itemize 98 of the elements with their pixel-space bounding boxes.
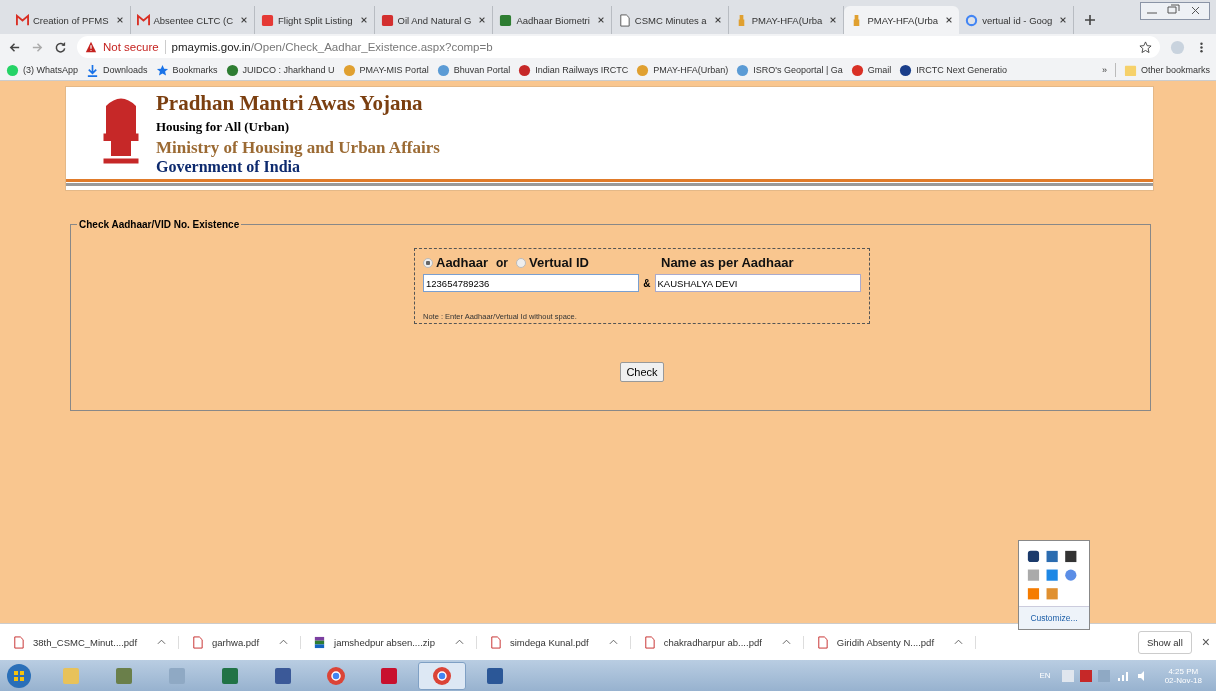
pdf-file-icon [642,635,656,649]
url-text: pmaymis.gov.in/Open/Check_Aadhar_Existence.aspx?comp=b [171,41,493,53]
caret-icon[interactable] [279,639,289,645]
caret-icon[interactable] [781,639,791,645]
customize-link[interactable]: Customize... [1019,606,1089,629]
download-item[interactable]: Giridih Absenty N....pdf [815,635,977,649]
site-icon [342,63,356,77]
app-icon [61,665,81,686]
mail-icon [16,13,29,27]
bookmark-item[interactable]: Bhuvan Portal [436,63,511,77]
close-icon[interactable] [240,16,249,24]
id-type-radio[interactable]: Vertual ID [516,255,589,270]
site-icon [261,13,275,27]
site-icon [899,63,913,77]
new-tab-icon[interactable] [1084,14,1097,26]
caret-icon[interactable] [608,639,618,645]
pdf-file-icon [12,635,25,649]
bookmark-star-icon[interactable] [1139,40,1152,54]
site-subtitle: Housing for All (Urban) [156,119,291,135]
taskbar-app[interactable] [418,661,466,690]
bookmark-item[interactable]: Bookmarks [155,63,218,77]
form-legend: Check Aadhaar/VID No. Existence [77,219,242,230]
site-icon [636,63,650,77]
app-icon [485,665,505,686]
site-icon [736,63,750,77]
ministry-name: Ministry of Housing and Urban Affairs [156,138,440,158]
site-icon [6,63,19,77]
show-all-button[interactable]: Show all [1137,630,1192,654]
caret-icon[interactable] [954,639,964,645]
download-item[interactable]: jamshedpur absen....zip [313,635,477,649]
bookmark-item[interactable]: (3) WhatsApp [6,63,79,77]
other-bookmarks[interactable]: Other bookmarks [1123,63,1210,77]
caret-icon[interactable] [157,639,167,645]
bookmark-item[interactable]: Downloads [86,63,148,77]
star-icon [155,63,169,77]
clock-date: 02-Nov-18 [1164,675,1202,685]
close-icon[interactable] [478,16,487,24]
document-icon [617,13,631,27]
archive-icon [313,635,327,649]
site-icon [850,63,864,77]
reload-icon[interactable] [54,40,67,54]
name-label: Name as per Aadhaar [661,255,794,270]
app-icon [273,665,293,686]
download-item[interactable]: simdega Kunal.pdf [488,635,631,649]
close-icon[interactable] [596,16,605,24]
bookmarks-overflow[interactable]: » [1101,65,1107,75]
pdf-file-icon [191,635,205,649]
warning-icon [85,41,97,53]
bookmark-item[interactable]: PMAY-MIS Portal [342,63,429,77]
bookmark-item[interactable]: JUIDCO : Jharkhand U [225,63,335,77]
or-label: or [496,255,509,270]
app-icon [114,665,134,686]
close-icon[interactable] [945,16,954,24]
bookmark-item[interactable]: ISRO's Geoportal | Ga [736,63,843,77]
check-button[interactable]: Check [620,362,664,382]
bookmark-item[interactable]: IRCTC Next Generatio [899,63,1007,77]
caret-icon[interactable] [454,639,464,645]
bookmark-item[interactable]: PMAY-HFA(Urban) [636,63,729,77]
start-icon[interactable] [6,662,32,689]
name-input[interactable]: KAUSHALYA DEVI [654,274,861,292]
site-icon [225,63,239,77]
site-icon [436,63,450,77]
close-icon[interactable] [1059,16,1068,24]
site-icon [380,13,394,27]
folder-icon [1123,63,1137,77]
close-icon[interactable] [115,16,124,24]
site-title: Pradhan Mantri Awas Yojana [156,91,424,116]
aadhaar-input[interactable]: 123654789236 [423,274,640,292]
window-controls-icon[interactable] [1140,2,1210,20]
chrome-icon [326,665,346,686]
bookmark-item[interactable]: Gmail [850,63,892,77]
app-icon [167,665,187,686]
browser-tab[interactable]: PMAY-HFA(Urba [844,6,960,34]
id-type-radio[interactable]: Aadhaar [423,255,489,270]
pdf-file-icon [488,635,502,649]
pdf-file-icon [815,635,829,649]
site-icon [518,63,532,77]
government-name: Government of India [156,158,301,176]
close-icon[interactable] [359,16,368,24]
bookmark-item[interactable]: Indian Railways IRCTC [518,63,629,77]
address-bar[interactable]: Not secure pmaymis.gov.in/Open/Check_Aadhar_Existence.aspx?comp=b [77,36,1160,58]
radio-icon[interactable] [516,257,527,268]
download-item[interactable]: chakradharpur ab....pdf [642,635,804,649]
site-icon [499,13,513,27]
close-button[interactable]: × [1201,634,1210,650]
close-icon[interactable] [713,16,722,24]
chrome-icon [432,665,452,686]
ampersand-label: & [643,277,651,289]
app-icon [379,665,399,686]
close-icon[interactable] [829,16,838,24]
app-icon [220,665,240,686]
download-item[interactable]: garhwa.pdf [191,635,302,649]
download-icon [86,63,100,77]
clock-time: 4:25 PM [1168,666,1199,676]
security-status: Not secure [103,41,159,53]
download-item[interactable]: 38th_CSMC_Minut....pdf [12,635,180,649]
radio-icon[interactable] [423,257,433,268]
mail-icon [136,13,150,27]
